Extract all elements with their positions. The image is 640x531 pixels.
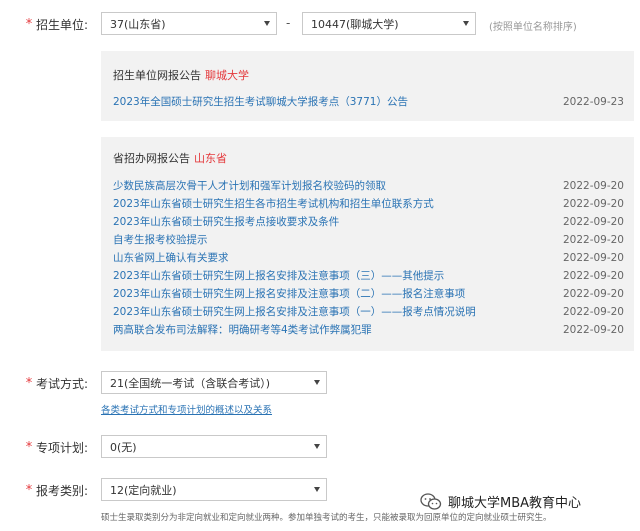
category-label: 报考类别:: [36, 483, 89, 498]
exam-method-label: 考试方式:: [36, 376, 89, 391]
watermark: 聊城大学MBA教育中心: [420, 492, 581, 511]
category-row: * 报考类别:: [0, 478, 98, 502]
notice-date: 2022-09-20: [562, 269, 624, 282]
special-plan-select[interactable]: 0(无): [101, 435, 327, 458]
notice-link[interactable]: 两高联合发布司法解释：明确研考等4类考试作弊属犯罪: [113, 322, 372, 337]
exam-method-row: * 考试方式:: [0, 371, 98, 395]
exam-method-overview-link[interactable]: 各类考试方式和专项计划的概述以及关系: [101, 402, 272, 416]
exam-method-select[interactable]: 21(全国统一考试（含联合考试）): [101, 371, 327, 394]
notice-date: 2022-09-20: [562, 179, 624, 192]
notice-date: 2022-09-20: [562, 215, 624, 228]
notice-link[interactable]: 2023年山东省硕士研究生招生各市招生考试机构和招生单位联系方式: [113, 196, 434, 211]
required-marker: *: [25, 375, 33, 391]
required-marker: *: [25, 16, 33, 32]
notice-date: 2022-09-20: [562, 233, 624, 246]
list-item: 山东省网上确认有关要求 2022-09-20: [113, 249, 624, 266]
chevron-down-icon: [314, 487, 320, 492]
panel-source: 聊城大学: [205, 69, 249, 82]
special-plan-label: 专项计划:: [36, 440, 89, 455]
school-select[interactable]: 10447(聊城大学): [302, 12, 476, 35]
notice-link[interactable]: 少数民族高层次骨干人才计划和强军计划报名校验码的领取: [113, 178, 386, 193]
category-select[interactable]: 12(定向就业): [101, 478, 327, 501]
unit-label: 招生单位:: [36, 17, 89, 32]
required-marker: *: [25, 439, 33, 455]
notice-date: 2022-09-20: [562, 305, 624, 318]
notice-link[interactable]: 2023年山东省硕士研究生网上报名安排及注意事项（二）——报名注意事项: [113, 286, 465, 301]
list-item: 2023年山东省硕士研究生报考点接收要求及条件 2022-09-20: [113, 213, 624, 230]
province-select-value: 37(山东省): [110, 17, 166, 31]
list-item: 少数民族高层次骨干人才计划和强军计划报名校验码的领取 2022-09-20: [113, 177, 624, 194]
category-value: 12(定向就业): [110, 483, 177, 497]
chevron-down-icon: [314, 380, 320, 385]
notice-date: 2022-09-20: [562, 251, 624, 264]
school-select-value: 10447(聊城大学): [311, 17, 399, 31]
special-plan-value: 0(无): [110, 440, 137, 454]
notice-date: 2022-09-20: [562, 323, 624, 336]
chevron-down-icon: [463, 21, 469, 26]
notice-link[interactable]: 2023年全国硕士研究生招生考试聊城大学报考点（3771）公告: [113, 94, 408, 109]
category-note: 硕士生录取类别分为非定向就业和定向就业两种。参加单独考试的考生，只能被录取为回原…: [101, 513, 552, 523]
list-item: 2023年山东省硕士研究生网上报名安排及注意事项（三）——其他提示 2022-0…: [113, 267, 624, 284]
panel-source: 山东省: [194, 152, 227, 165]
notice-link[interactable]: 2023年山东省硕士研究生报考点接收要求及条件: [113, 214, 339, 229]
wechat-icon: [420, 492, 442, 510]
range-separator: -: [286, 16, 291, 30]
province-select[interactable]: 37(山东省): [101, 12, 277, 35]
province-notice-title: 省招办网报公告 山东省: [113, 150, 227, 166]
special-plan-row: * 专项计划:: [0, 435, 98, 459]
chevron-down-icon: [264, 21, 270, 26]
notice-link[interactable]: 山东省网上确认有关要求: [113, 250, 229, 265]
watermark-text: 聊城大学MBA教育中心: [448, 496, 582, 511]
province-notice-panel: 省招办网报公告 山东省 少数民族高层次骨干人才计划和强军计划报名校验码的领取 20…: [101, 137, 634, 351]
notice-link[interactable]: 2023年山东省硕士研究生网上报名安排及注意事项（一）——报考点情况说明: [113, 304, 476, 319]
notice-link[interactable]: 自考生报考校验提示: [113, 232, 208, 247]
school-notice-title: 招生单位网报公告 聊城大学: [113, 67, 249, 83]
list-item: 2023年全国硕士研究生招生考试聊城大学报考点（3771）公告 2022-09-…: [113, 93, 624, 110]
unit-row: * 招生单位:: [0, 12, 98, 36]
required-marker: *: [25, 482, 33, 498]
list-item: 2023年山东省硕士研究生网上报名安排及注意事项（一）——报考点情况说明 202…: [113, 303, 624, 320]
list-item: 自考生报考校验提示 2022-09-20: [113, 231, 624, 248]
list-item: 2023年山东省硕士研究生招生各市招生考试机构和招生单位联系方式 2022-09…: [113, 195, 624, 212]
panel-title-text: 省招办网报公告: [113, 152, 190, 165]
school-notice-panel: 招生单位网报公告 聊城大学 2023年全国硕士研究生招生考试聊城大学报考点（377…: [101, 51, 634, 121]
notice-date: 2022-09-23: [562, 95, 624, 108]
sort-hint: (按照单位名称排序): [489, 22, 577, 33]
chevron-down-icon: [314, 444, 320, 449]
notice-date: 2022-09-20: [562, 197, 624, 210]
list-item: 2023年山东省硕士研究生网上报名安排及注意事项（二）——报名注意事项 2022…: [113, 285, 624, 302]
panel-title-text: 招生单位网报公告: [113, 69, 201, 82]
list-item: 两高联合发布司法解释：明确研考等4类考试作弊属犯罪 2022-09-20: [113, 321, 624, 338]
exam-method-value: 21(全国统一考试（含联合考试）): [110, 376, 271, 390]
notice-date: 2022-09-20: [562, 287, 624, 300]
notice-link[interactable]: 2023年山东省硕士研究生网上报名安排及注意事项（三）——其他提示: [113, 268, 444, 283]
